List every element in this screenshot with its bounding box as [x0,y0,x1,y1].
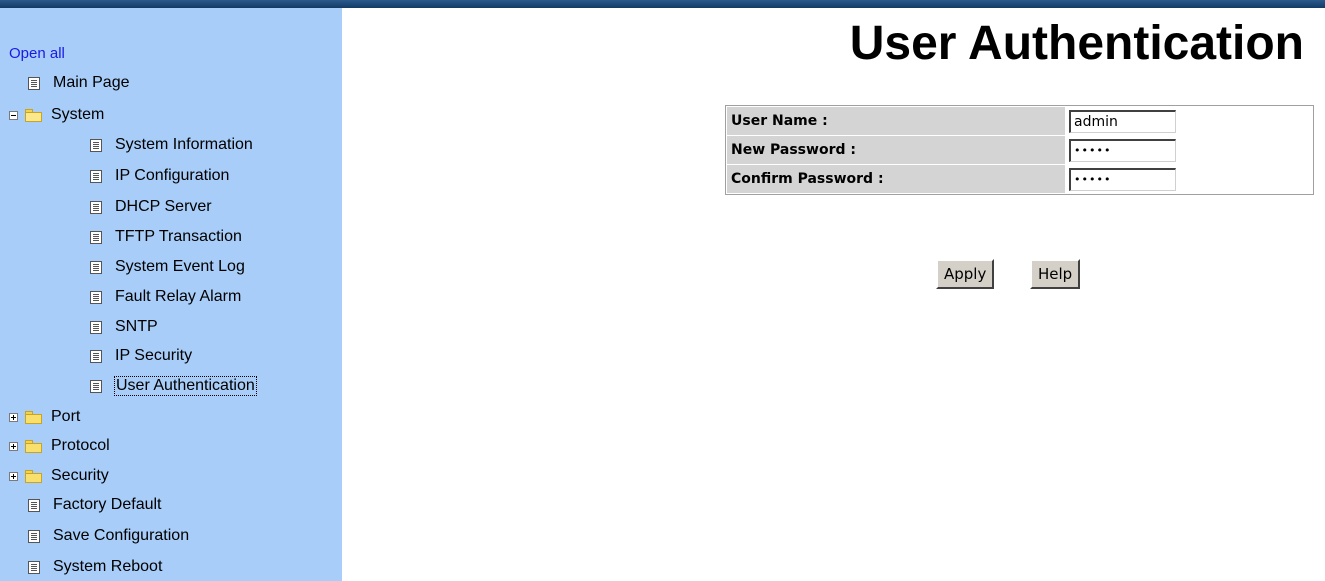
sidebar-item-system-information[interactable]: System Information [90,133,253,157]
document-icon [28,529,40,543]
sidebar-item-main-page[interactable]: Main Page [28,71,130,95]
sidebar-item-security[interactable]: Security [9,464,109,488]
user-name-row: User Name : [727,107,1312,135]
document-icon [90,379,102,393]
sidebar-item-user-authentication[interactable]: User Authentication [90,374,257,398]
sidebar-item-label: IP Security [115,347,193,364]
expand-icon[interactable] [9,441,18,451]
document-icon [90,169,102,183]
top-banner-bar [0,0,1325,8]
sidebar-item-ip-configuration[interactable]: IP Configuration [90,164,229,188]
confirm-password-label: Confirm Password : [727,165,1065,193]
collapse-icon[interactable] [9,110,18,120]
sidebar-item-label: Factory Default [53,496,162,513]
sidebar-item-label: TFTP Transaction [115,228,242,245]
sidebar-item-system-event-log[interactable]: System Event Log [90,255,245,279]
page-title: User Authentication [849,17,1304,70]
sidebar-item-label: Security [51,467,109,484]
folder-icon [25,410,42,424]
sidebar-item-dhcp-server[interactable]: DHCP Server [90,195,212,219]
sidebar-item-system-reboot[interactable]: System Reboot [28,555,162,579]
document-icon [90,138,102,152]
help-button[interactable]: Help [1030,259,1081,289]
expand-icon[interactable] [9,471,18,481]
sidebar-item-label: System Event Log [115,258,245,275]
document-icon [90,260,102,274]
sidebar-item-port[interactable]: Port [9,405,80,429]
sidebar-item-label: IP Configuration [115,167,230,184]
document-icon [90,349,102,363]
sidebar-item-label: Protocol [51,437,110,454]
folder-open-icon [25,108,42,122]
sidebar-item-protocol[interactable]: Protocol [9,434,110,458]
document-icon [28,76,40,90]
confirm-password-row: Confirm Password : [727,165,1312,193]
sidebar-item-ip-security[interactable]: IP Security [90,344,192,368]
sidebar-item-tftp-transaction[interactable]: TFTP Transaction [90,225,242,249]
sidebar-item-label: System Reboot [53,558,163,575]
user-name-input[interactable] [1069,109,1176,133]
open-all-link[interactable]: Open all [9,45,65,62]
document-icon [28,560,40,574]
sidebar-item-label: Port [51,408,81,425]
sidebar-item-label: DHCP Server [115,198,212,215]
sidebar-item-sntp[interactable]: SNTP [90,315,158,339]
document-icon [90,320,102,334]
folder-icon [25,469,42,483]
document-icon [90,200,102,214]
new-password-row: New Password : [727,136,1312,164]
new-password-label: New Password : [727,136,1065,164]
sidebar-item-system[interactable]: System [9,103,104,127]
document-icon [90,290,102,304]
document-icon [28,498,40,512]
sidebar-item-label: Save Configuration [53,527,190,544]
sidebar-item-label: User Authentication [114,376,257,396]
sidebar-item-label: Main Page [53,74,130,91]
sidebar-item-label: System Information [115,136,253,153]
apply-button[interactable]: Apply [936,259,995,289]
sidebar-item-label: System [51,106,105,123]
confirm-password-input[interactable] [1069,167,1176,191]
sidebar-item-save-configuration[interactable]: Save Configuration [28,524,189,548]
document-icon [90,230,102,244]
sidebar-item-label: Fault Relay Alarm [115,288,242,305]
user-name-label: User Name : [727,107,1065,135]
folder-icon [25,439,42,453]
sidebar-item-factory-default[interactable]: Factory Default [28,493,161,517]
new-password-input[interactable] [1069,138,1176,162]
expand-icon[interactable] [9,412,18,422]
user-auth-form-table: User Name : New Password : Confirm Passw… [725,105,1314,195]
sidebar-item-label: SNTP [115,318,158,335]
sidebar-item-fault-relay-alarm[interactable]: Fault Relay Alarm [90,285,241,309]
